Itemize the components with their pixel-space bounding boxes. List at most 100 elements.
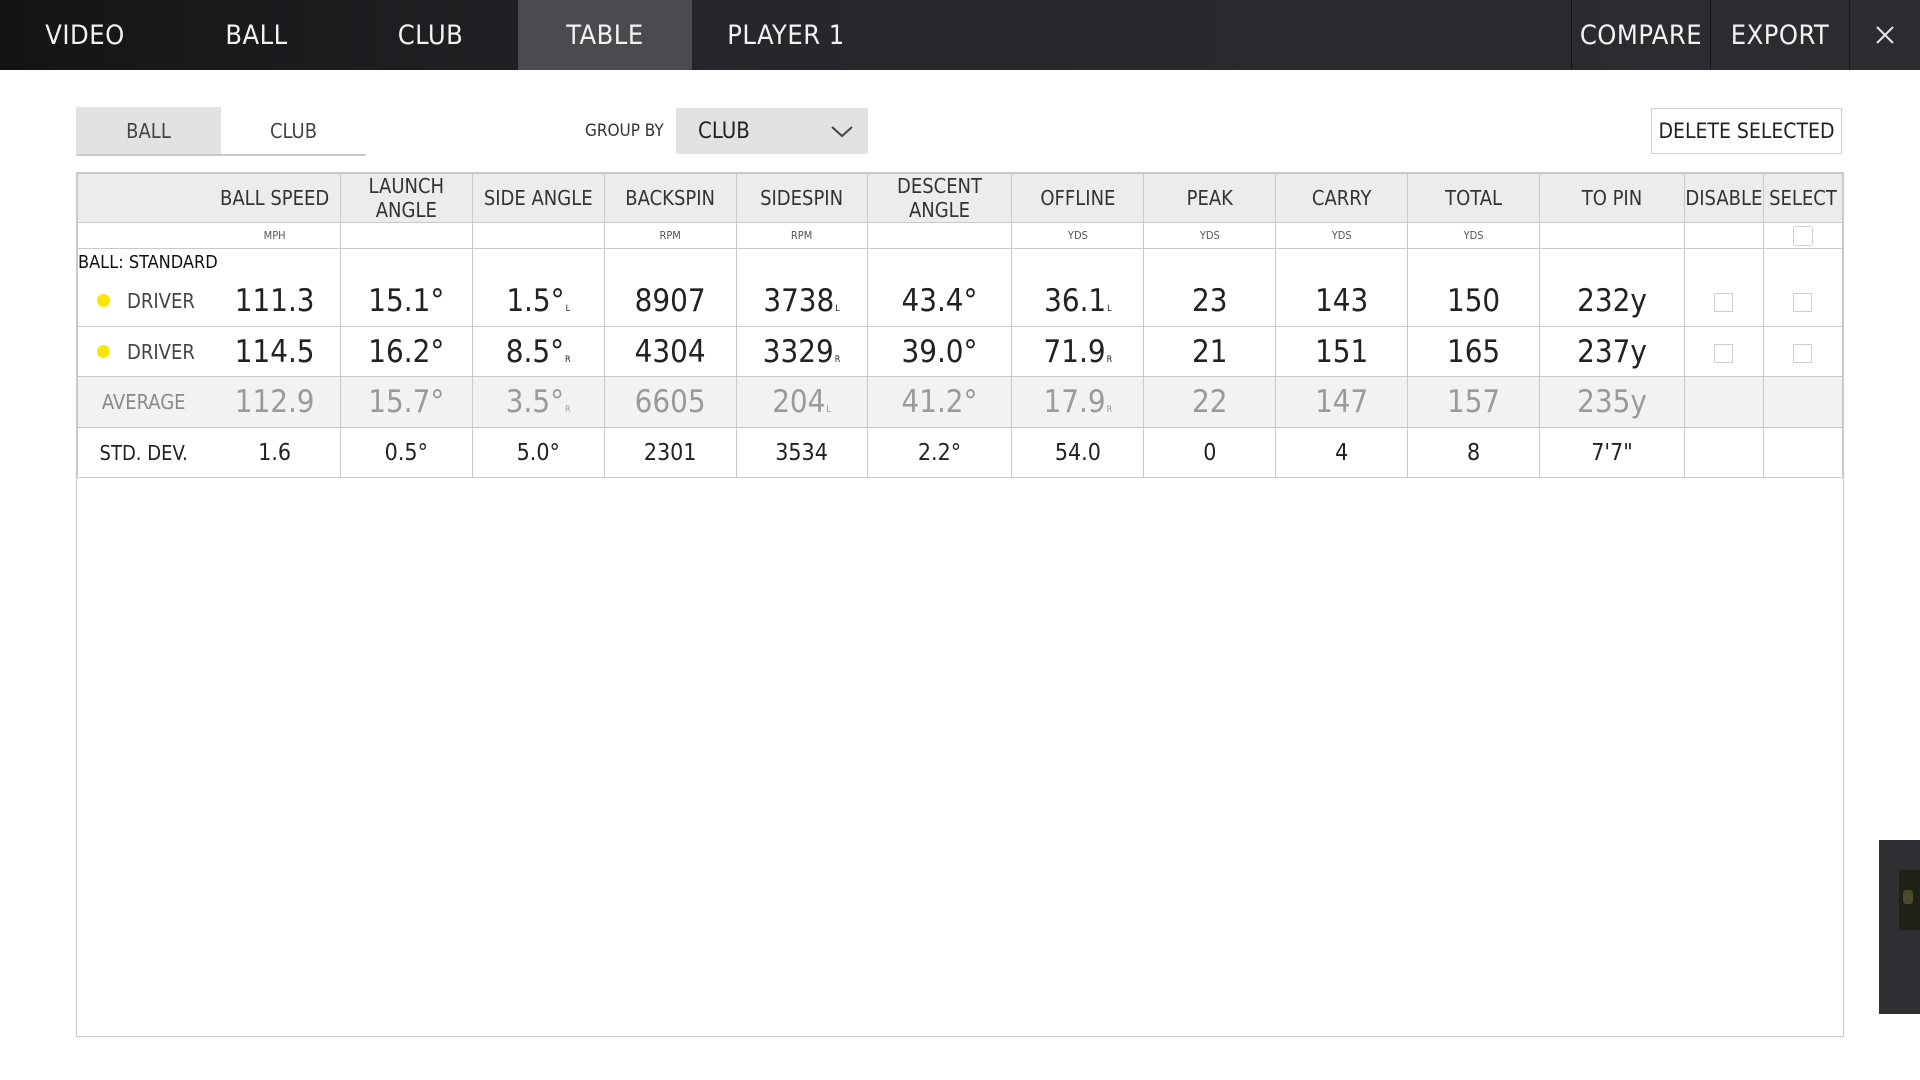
carry-value: 143 [1275, 276, 1409, 327]
shot-data-table: BALL SPEED LAUNCH ANGLE SIDE ANGLE BACKS… [77, 173, 1844, 478]
average-label: AVERAGE [77, 376, 210, 428]
disable-cell [1683, 326, 1764, 377]
club-name: DRIVER [127, 339, 195, 364]
unit-sidespin: RPM [735, 222, 868, 249]
video-thumbnail-tab[interactable] [1879, 840, 1920, 1014]
unit-backspin: RPM [603, 222, 737, 249]
group-by-dropdown[interactable]: CLUB [676, 108, 868, 154]
unit-descent-angle [866, 222, 1013, 249]
carry-value: 151 [1275, 326, 1409, 377]
tab-video[interactable]: VIDEO [0, 0, 170, 70]
backspin-value: 8907 [603, 276, 737, 327]
side-angle-cell: 8.5°R [471, 326, 605, 377]
header-total: TOTAL [1407, 173, 1541, 223]
export-button[interactable]: EXPORT [1710, 0, 1849, 70]
unit-launch-angle [339, 222, 473, 249]
ball-speed-value: 111.3 [209, 276, 341, 327]
row-label: DRIVER [77, 276, 210, 327]
tab-player[interactable]: PLAYER 1 [692, 0, 880, 70]
std-dev-row: STD. DEV. 1.6 0.5° 5.0° 2301 3534 2.2° 5… [77, 427, 1844, 478]
club-color-dot [97, 294, 110, 308]
std-descent-angle: 2.2° [866, 427, 1013, 478]
avg-descent-angle: 41.2° [866, 376, 1013, 428]
header-peak: PEAK [1143, 173, 1277, 223]
select-checkbox[interactable] [1793, 343, 1813, 363]
std-backspin: 2301 [603, 427, 737, 478]
segment-club[interactable]: CLUB [221, 107, 366, 154]
disable-checkbox[interactable] [1714, 343, 1734, 363]
club-name: DRIVER [127, 289, 195, 314]
group-by-value: CLUB [698, 118, 750, 144]
avg-sidespin: 204 [772, 384, 826, 420]
std-side-angle: 5.0° [471, 427, 605, 478]
table-row[interactable]: DRIVER 114.5 16.2° 8.5°R 4304 3329R 39.0… [77, 326, 1844, 377]
peak-value: 21 [1143, 326, 1277, 377]
offline-value: 36.1 [1044, 283, 1107, 320]
std-to-pin: 7'7" [1539, 427, 1685, 478]
std-dev-label: STD. DEV. [77, 427, 210, 478]
header-carry: CARRY [1275, 173, 1409, 223]
std-launch-angle: 0.5° [339, 427, 473, 478]
launch-angle-value: 15.1° [339, 276, 473, 327]
group-by-label: GROUP BY [585, 121, 664, 141]
header-to-pin: TO PIN [1539, 173, 1685, 223]
avg-disable-blank [1683, 376, 1764, 428]
select-cell [1762, 276, 1844, 327]
unit-blank [77, 222, 210, 249]
sidespin-direction: L [835, 304, 840, 315]
avg-offline-direction: R [1106, 405, 1113, 415]
video-thumbnail-image [1899, 870, 1920, 930]
sidespin-cell: 3738L [735, 276, 868, 327]
std-disable-blank [1683, 427, 1764, 478]
table-row[interactable]: DRIVER 111.3 15.1° 1.5°L 8907 3738L 43.4… [77, 276, 1844, 327]
view-segmented-control: BALL CLUB [76, 107, 366, 156]
close-icon [1876, 26, 1894, 44]
select-checkbox[interactable] [1793, 293, 1813, 313]
std-select-blank [1762, 427, 1844, 478]
avg-offline: 17.9 [1043, 384, 1106, 420]
header-ball-speed: BALL SPEED [209, 173, 341, 223]
std-peak: 0 [1143, 427, 1277, 478]
table-header-row: BALL SPEED LAUNCH ANGLE SIDE ANGLE BACKS… [77, 173, 1844, 223]
compare-button[interactable]: COMPARE [1571, 0, 1710, 70]
header-offline: OFFLINE [1011, 173, 1145, 223]
side-angle-cell: 1.5°L [471, 276, 605, 327]
select-cell [1762, 326, 1844, 377]
std-carry: 4 [1275, 427, 1409, 478]
sidespin-value: 3329 [762, 333, 834, 370]
delete-selected-button[interactable]: DELETE SELECTED [1651, 108, 1842, 154]
header-side-angle: SIDE ANGLE [471, 173, 605, 223]
offline-direction: L [1107, 304, 1112, 315]
avg-ball-speed: 112.9 [209, 376, 341, 428]
avg-backspin: 6605 [603, 376, 737, 428]
average-row: AVERAGE 112.9 15.7° 3.5°R 6605 204L 41.2… [77, 376, 1844, 428]
avg-sidespin-cell: 204L [735, 376, 868, 428]
backspin-value: 4304 [603, 326, 737, 377]
disable-checkbox[interactable] [1714, 293, 1734, 313]
tab-ball[interactable]: BALL [170, 0, 343, 70]
group-label: BALL: STANDARD [77, 248, 341, 277]
sidespin-cell: 3329R [735, 326, 868, 377]
unit-offline: YDS [1011, 222, 1145, 249]
tab-table[interactable]: TABLE [518, 0, 692, 70]
avg-side-angle: 3.5° [505, 384, 565, 420]
std-ball-speed: 1.6 [209, 427, 341, 478]
total-value: 150 [1407, 276, 1541, 327]
unit-to-pin [1539, 222, 1685, 249]
launch-angle-value: 16.2° [339, 326, 473, 377]
side-angle-direction: R [565, 354, 571, 365]
close-button[interactable] [1849, 0, 1920, 70]
avg-to-pin: 235y [1539, 376, 1685, 428]
table-units-row: MPH RPM RPM YDS YDS YDS YDS [77, 222, 1844, 249]
header-backspin: BACKSPIN [603, 173, 737, 223]
header-launch-angle: LAUNCH ANGLE [339, 173, 473, 223]
avg-offline-cell: 17.9R [1011, 376, 1145, 428]
header-descent-angle: DESCENT ANGLE [866, 173, 1013, 223]
tab-club[interactable]: CLUB [343, 0, 518, 70]
segment-ball[interactable]: BALL [76, 107, 221, 154]
header-disable: DISABLE [1683, 173, 1764, 223]
sidespin-value: 3738 [763, 283, 835, 320]
select-all-checkbox[interactable] [1792, 225, 1813, 246]
chevron-down-icon [831, 126, 853, 138]
side-angle-value: 1.5° [506, 283, 565, 320]
